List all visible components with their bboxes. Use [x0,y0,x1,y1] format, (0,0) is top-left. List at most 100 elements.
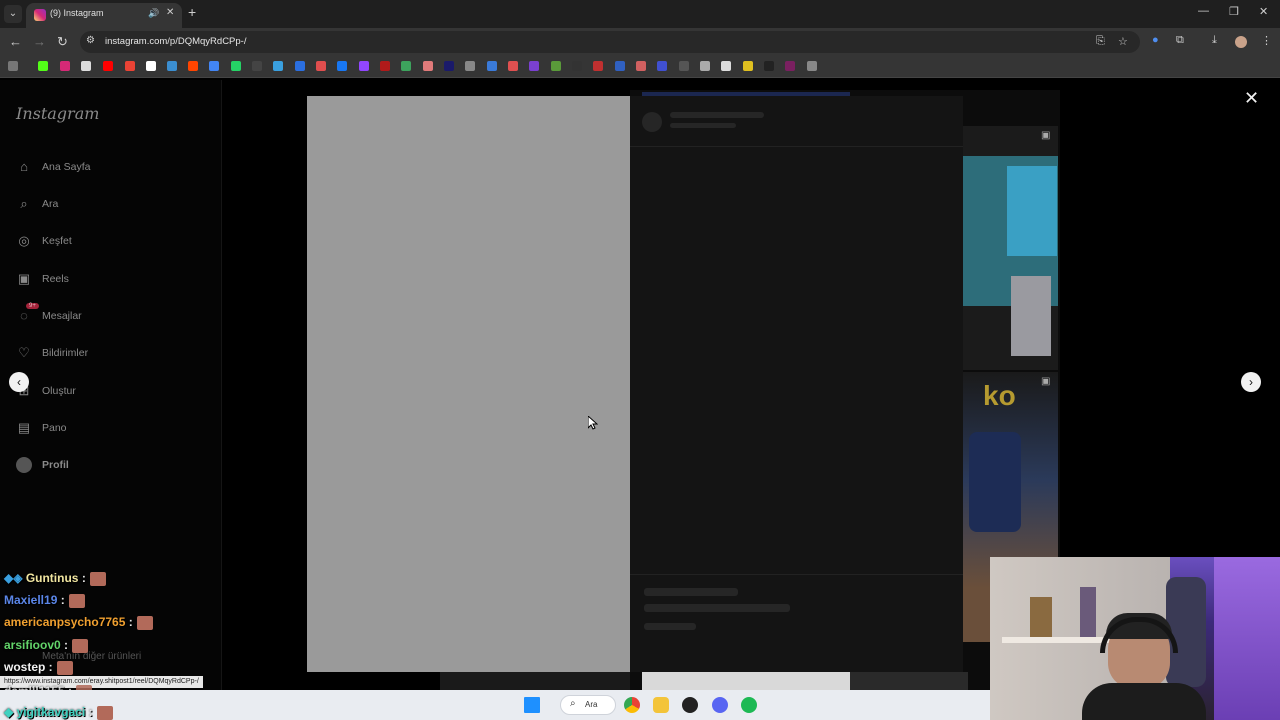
bookmark-icon[interactable] [295,61,305,71]
reload-icon[interactable]: ↻ [57,34,68,50]
bookmark-icon[interactable] [551,61,561,71]
download-icon[interactable]: ⤓ [1212,34,1217,47]
bookmark-icon[interactable] [465,61,475,71]
file-explorer-icon[interactable] [653,697,669,713]
chat-username: Guntinus [25,571,79,585]
browser-tab-instagram[interactable]: (9) Instagram 🔊 ✕ [26,3,182,28]
sidebar-item-label: Ara [42,198,59,210]
bookmark-icon[interactable] [423,61,433,71]
address-bar[interactable]: ⚙ instagram.com/p/DQMqyRdCPp-/ ⎘ ☆ [80,31,1140,53]
chat-username: wostep [4,660,46,674]
avatar [16,457,32,473]
minimize-icon[interactable]: — [1198,5,1209,17]
bookmark-icon[interactable] [401,61,411,71]
chat-username: arsifioov0 [4,638,61,652]
chat-username: Maxiell19 [4,593,58,607]
next-post-button[interactable]: › [1241,372,1261,392]
bookmark-icon[interactable] [252,61,262,71]
bookmark-icon[interactable] [273,61,283,71]
sidebar-item-profile[interactable]: Profil [16,456,206,478]
bookmark-icon[interactable] [807,61,817,71]
install-app-icon[interactable]: ⎘ [1096,35,1105,48]
sidebar-item-reels[interactable]: ▣ Reels [16,270,206,292]
sidebar-item-dashboard[interactable]: ▤ Pano [16,419,206,441]
bookmark-icon[interactable] [615,61,625,71]
windows-start-icon[interactable] [524,697,540,713]
bookmark-icon[interactable] [743,61,753,71]
bookmark-gmail-icon[interactable] [125,61,135,71]
skeleton-line [644,623,696,630]
bookmark-icon[interactable] [785,61,795,71]
close-icon[interactable]: ✕ [1244,88,1259,109]
chat-message: Maxiell19 : [4,593,85,608]
bookmark-x-icon[interactable] [81,61,91,71]
taskbar-search[interactable]: ⌕ Ara [560,695,616,715]
spotify-icon[interactable] [741,697,757,713]
instagram-logo[interactable]: Instagram [16,104,99,123]
bookmark-icon[interactable] [657,61,667,71]
tab-close-icon[interactable]: ✕ [166,7,174,18]
bookmark-google-icon[interactable] [146,61,156,71]
chrome-icon[interactable] [624,697,640,713]
discord-icon[interactable] [712,697,728,713]
sidebar-item-notifications[interactable]: ♡ Bildirimler [16,344,206,366]
bookmark-kick-icon[interactable] [38,61,48,71]
forward-icon[interactable]: → [33,34,46,49]
background-post-thumbnail [850,672,968,690]
extension-icon[interactable]: ● [1152,34,1159,46]
bookmark-icon[interactable] [679,61,689,71]
restore-icon[interactable]: ❐ [1229,5,1239,18]
compass-icon: ◎ [18,233,30,248]
bookmark-twitch-icon[interactable] [359,61,369,71]
reel-icon: ▣ [1041,376,1051,387]
sidebar-item-create[interactable]: ⊞ Oluştur [16,382,206,404]
bookmark-icon[interactable] [700,61,710,71]
skeleton-line [644,588,738,596]
bookmark-facebook-icon[interactable] [337,61,347,71]
extensions-puzzle-icon[interactable]: ⧉ [1176,34,1184,47]
chat-separator: : [60,638,69,652]
sidebar-item-explore[interactable]: ◎ Keşfet [16,232,206,254]
bookmark-icon[interactable] [380,61,390,71]
post-details-panel [630,96,963,672]
site-info-icon[interactable]: ⚙ [86,35,95,46]
bookmark-icon[interactable] [721,61,731,71]
bookmark-whatsapp-icon[interactable] [231,61,241,71]
skeleton-line [670,112,764,118]
bookmark-icon[interactable] [167,61,177,71]
back-icon[interactable]: ← [9,34,22,49]
background-post-thumbnail[interactable]: ▣ [963,126,1058,370]
bookmark-icon[interactable] [508,61,518,71]
obs-icon[interactable] [682,697,698,713]
bookmark-icon[interactable] [487,61,497,71]
apps-grid-icon[interactable] [8,61,18,71]
tab-search-button[interactable]: ⌄ [4,5,22,23]
profile-avatar[interactable] [1235,36,1247,48]
bookmark-instagram-icon[interactable] [60,61,70,71]
sidebar-item-messages[interactable]: ◌ 9+ Mesajlar [16,303,206,329]
sidebar-item-home[interactable]: ⌂ Ana Sayfa [16,158,206,180]
bookmark-translate-icon[interactable] [209,61,219,71]
bookmark-icon[interactable] [593,61,603,71]
bookmark-star-icon[interactable]: ☆ [1118,35,1128,48]
speaker-icon[interactable]: 🔊 [148,8,159,19]
bookmark-icon[interactable] [572,61,582,71]
new-tab-button[interactable]: + [188,4,196,20]
background-post-thumbnail [642,672,850,690]
bookmark-icon[interactable] [764,61,774,71]
sidebar-item-search[interactable]: ⌕ Ara [16,195,206,217]
bookmark-reddit-icon[interactable] [188,61,198,71]
sidebar-item-label: Mesajlar [42,310,82,322]
bookmark-youtube-icon[interactable] [103,61,113,71]
sidebar-item-label: Reels [42,273,69,285]
window-close-icon[interactable]: ✕ [1259,5,1268,18]
search-icon: ⌕ [20,196,28,211]
bookmark-icon[interactable] [636,61,646,71]
bookmark-icon[interactable] [316,61,326,71]
webcam-chair [1166,577,1206,687]
bookmark-icon[interactable] [444,61,454,71]
menu-icon[interactable]: ⋮ [1261,34,1272,47]
bookmark-icon[interactable] [529,61,539,71]
previous-post-button[interactable]: ‹ [9,372,29,392]
post-media-placeholder[interactable] [307,96,630,672]
